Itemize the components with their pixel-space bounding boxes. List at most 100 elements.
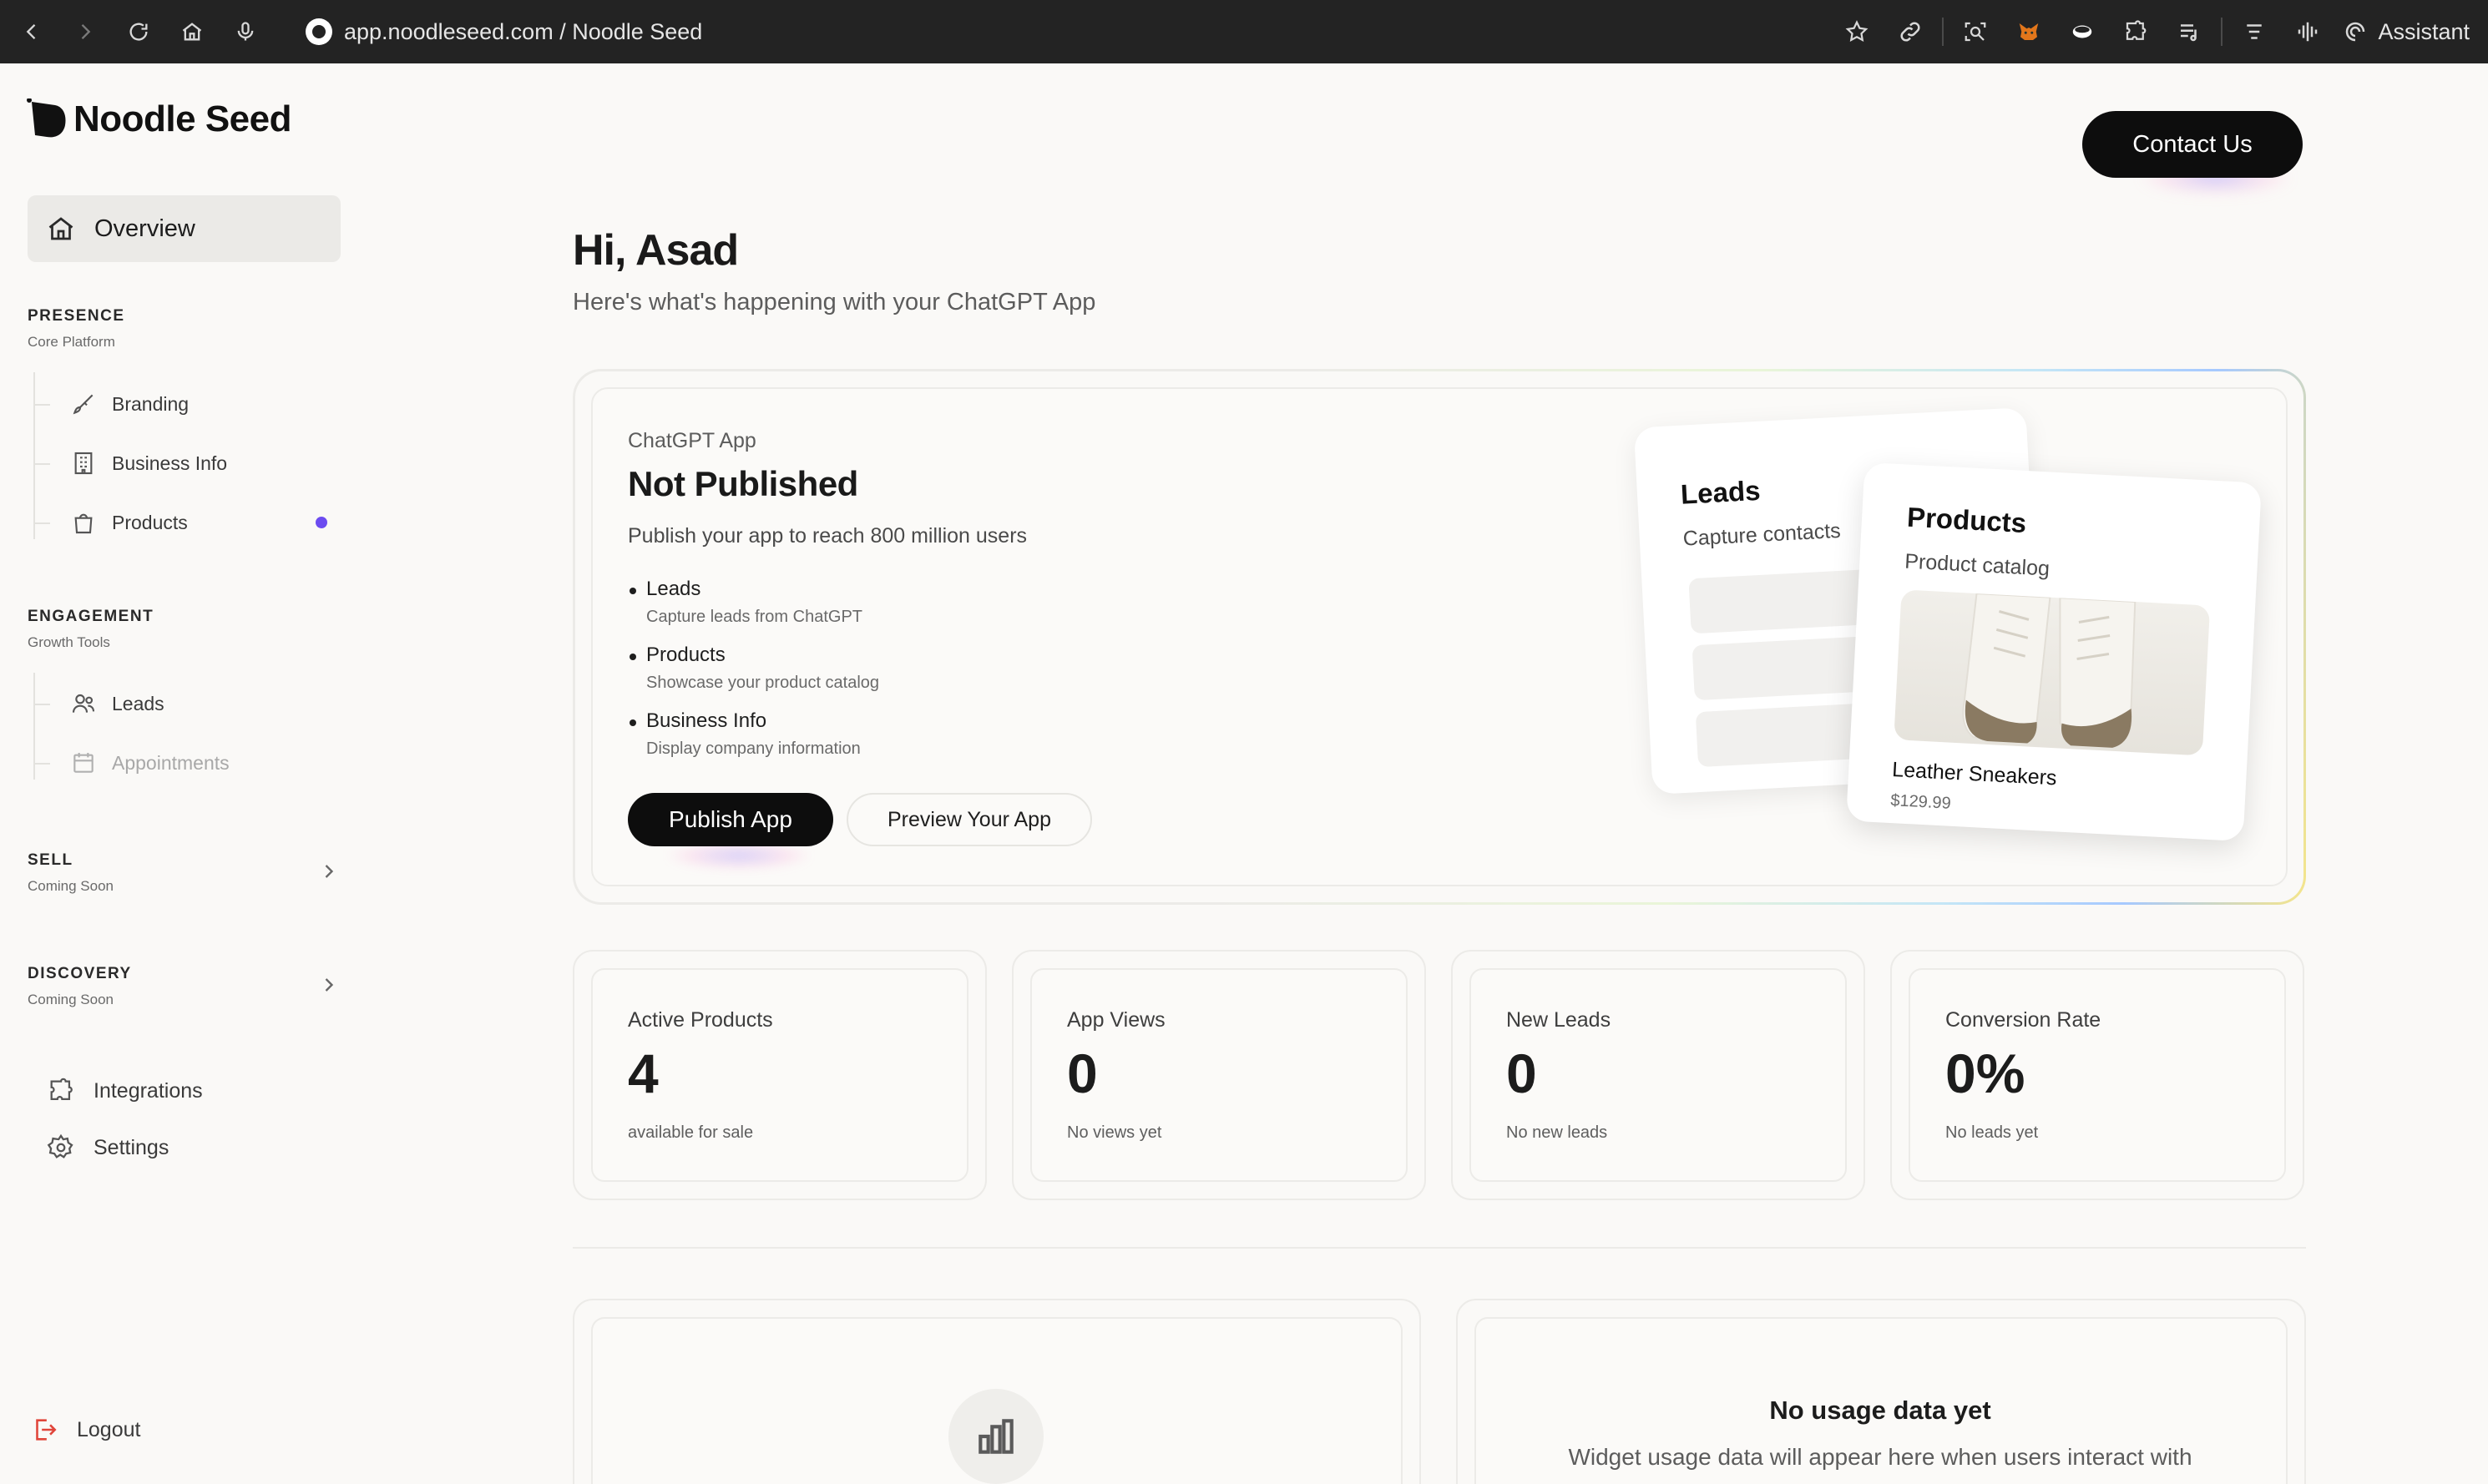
page-subtitle: Here's what's happening with your ChatGP… <box>573 289 1096 315</box>
home-button[interactable] <box>165 0 219 63</box>
address-bar[interactable]: app.noodleseed.com / Noodle Seed <box>306 18 702 45</box>
tree-line <box>33 372 35 539</box>
tree-tick <box>33 522 50 524</box>
stat-label: App Views <box>1067 1008 1166 1032</box>
feature-title: Leads <box>628 578 862 601</box>
logout-icon <box>36 1419 57 1441</box>
tree-tick <box>33 404 50 406</box>
puzzle-icon <box>2126 20 2147 40</box>
bookmark-button[interactable] <box>1830 0 1884 63</box>
sidebar-item-label: Products <box>112 511 188 533</box>
stat-card-app-views: App Views 0 No views yet <box>1012 950 1426 1200</box>
screenshot-search-button[interactable] <box>1949 0 2002 63</box>
link-icon <box>1900 22 1920 42</box>
sidebar-item-leads[interactable]: Leads <box>70 690 164 717</box>
section-title-discovery[interactable]: DISCOVERY <box>28 965 132 983</box>
stat-label: Conversion Rate <box>1945 1008 2101 1032</box>
extension-eye-button[interactable] <box>2056 0 2109 63</box>
reading-list-button[interactable] <box>2162 0 2216 63</box>
chevron-left-icon <box>26 24 36 39</box>
home-icon <box>182 23 202 41</box>
shopping-bag-icon <box>74 513 93 534</box>
assistant-button[interactable]: Assistant <box>2343 19 2470 45</box>
feature-item-leads: Leads Capture leads from ChatGPT <box>628 578 862 627</box>
sidebar-item-integrations[interactable]: Integrations <box>47 1077 203 1105</box>
integrations-label: Integrations <box>94 1078 203 1103</box>
menu-lines-icon <box>2247 24 2263 39</box>
reload-button[interactable] <box>112 0 165 63</box>
fox-icon <box>2020 23 2039 40</box>
back-button[interactable] <box>5 0 58 63</box>
chevron-right-icon[interactable] <box>317 860 341 883</box>
stat-value: 0 <box>1506 1042 1537 1104</box>
stat-card-conversion-rate: Conversion Rate 0% No leads yet <box>1890 950 2304 1200</box>
sidebar-item-branding[interactable]: Branding <box>70 391 189 417</box>
publish-app-button[interactable]: Publish App <box>628 793 833 846</box>
extension-metamask-button[interactable] <box>2002 0 2056 63</box>
preview-app-button[interactable]: Preview Your App <box>847 793 1092 846</box>
products-status-dot <box>316 517 327 528</box>
page-title: Hi, Asad <box>573 226 739 275</box>
section-divider <box>573 1247 2306 1249</box>
toolbar-separator <box>1942 18 1944 46</box>
section-subtitle-engagement: Growth Tools <box>28 634 110 650</box>
leads-card-subtitle: Capture contacts <box>1682 518 1842 551</box>
sidebar-item-label: Appointments <box>112 751 230 774</box>
stat-sub: available for sale <box>628 1123 754 1142</box>
product-name: Leather Sneakers <box>1891 758 2058 790</box>
overview-label: Overview <box>94 215 195 242</box>
extensions-button[interactable] <box>2109 0 2162 63</box>
forward-button[interactable] <box>58 0 112 63</box>
bar-chart-icon <box>979 1419 1014 1454</box>
brush-icon <box>73 394 94 415</box>
stat-sub: No leads yet <box>1945 1123 2039 1142</box>
logo-text: Noodle Seed <box>73 98 292 139</box>
stat-value: 4 <box>628 1042 659 1104</box>
chart-placeholder <box>948 1389 1044 1484</box>
publish-status: Not Published <box>628 464 858 503</box>
menu-button[interactable] <box>2228 0 2281 63</box>
assistant-icon <box>2346 22 2365 42</box>
users-icon <box>72 694 95 713</box>
sidebar-item-products[interactable]: Products <box>70 509 188 536</box>
assistant-label: Assistant <box>2378 18 2470 44</box>
stat-label: New Leads <box>1506 1008 1611 1032</box>
browser-toolbar: app.noodleseed.com / Noodle Seed Assista… <box>0 0 2488 63</box>
tree-tick <box>33 463 50 465</box>
noodle-seed-logo-icon <box>27 98 66 138</box>
site-favicon-icon <box>306 18 332 45</box>
hero-label: ChatGPT App <box>628 429 756 452</box>
chevron-right-icon[interactable] <box>317 973 341 997</box>
toolbar-separator <box>2221 18 2223 46</box>
settings-label: Settings <box>94 1135 169 1159</box>
sidebar: Noodle Seed Overview PRESENCE Core Platf… <box>0 63 367 1484</box>
toolbar-right: Assistant <box>1830 0 2470 63</box>
placeholder-bar <box>1692 635 1879 701</box>
sidebar-item-settings[interactable]: Settings <box>47 1133 169 1162</box>
product-image <box>1894 589 2211 756</box>
home-icon <box>48 217 73 240</box>
products-card-subtitle: Product catalog <box>1904 549 2051 581</box>
stat-sub: No views yet <box>1067 1123 1162 1142</box>
placeholder-bar <box>1688 568 1875 634</box>
sneakers-image <box>1962 593 2137 748</box>
audio-button[interactable] <box>2281 0 2334 63</box>
tree-tick <box>33 763 50 765</box>
sidebar-item-appointments[interactable]: Appointments <box>70 750 230 776</box>
waveform-icon <box>2298 22 2318 42</box>
scan-search-icon <box>1965 22 1986 42</box>
feature-desc: Showcase your product catalog <box>646 674 880 692</box>
contact-us-button[interactable]: Contact Us <box>2082 111 2303 178</box>
section-subtitle-presence: Core Platform <box>28 334 115 350</box>
voice-button[interactable] <box>219 0 272 63</box>
products-preview-card: Products Product catalog Leather Sneaker… <box>1846 462 2262 842</box>
logout-button[interactable]: Logout <box>30 1416 140 1444</box>
link-button[interactable] <box>1884 0 1937 63</box>
logo[interactable]: Noodle Seed <box>27 98 292 140</box>
sidebar-item-business-info[interactable]: Business Info <box>70 450 227 477</box>
section-subtitle-discovery: Coming Soon <box>28 992 114 1007</box>
feature-title: Products <box>628 644 879 667</box>
puzzle-icon <box>50 1078 73 1101</box>
section-title-sell[interactable]: SELL <box>28 851 73 870</box>
sidebar-item-overview[interactable]: Overview <box>28 195 341 262</box>
